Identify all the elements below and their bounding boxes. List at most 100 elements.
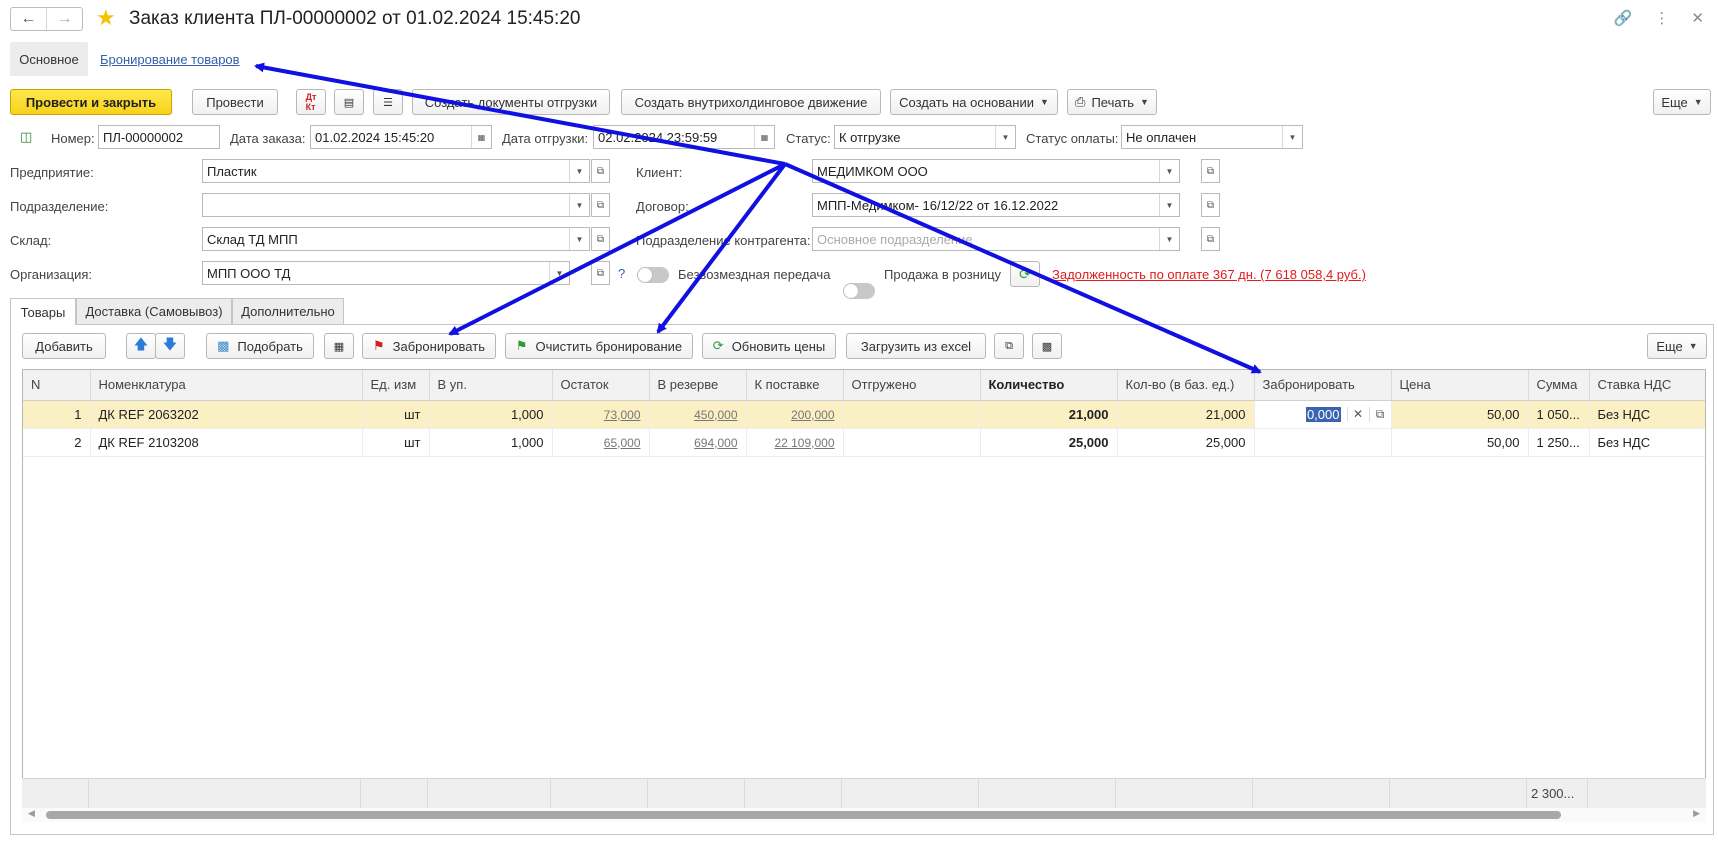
open-icon[interactable]: ⧉ <box>1201 193 1220 217</box>
dropdown-icon[interactable]: ▼ <box>1159 160 1179 182</box>
cell-book-editor[interactable]: 0,000 ✕ ⧉ <box>1254 400 1392 429</box>
dt-kt-icon[interactable]: Дт Кт <box>296 89 326 115</box>
close-icon[interactable]: ✕ <box>1691 9 1704 27</box>
menu-dots-icon[interactable]: ⋮ <box>1654 9 1669 27</box>
move-down-icon[interactable]: 🡇 <box>155 333 185 359</box>
book-input[interactable]: 0,000 <box>1305 406 1341 422</box>
clear-booking-button[interactable]: ⚑ Очистить бронирование <box>505 333 693 359</box>
cp-division-field[interactable]: Основное подразделение ▼ <box>812 227 1180 251</box>
col-book[interactable]: Забронировать <box>1254 370 1392 401</box>
pay-status-field[interactable]: Не оплачен ▼ <box>1121 125 1303 149</box>
ship-date-field[interactable]: 02.02.2024 23:59:59 ▦ <box>593 125 775 149</box>
document-list-icon[interactable]: ☰ <box>373 89 403 115</box>
number-field[interactable]: ПЛ-00000002 <box>98 125 220 149</box>
open-icon[interactable]: ⧉ <box>1368 406 1391 422</box>
scrollbar-thumb[interactable] <box>46 811 1561 819</box>
col-price[interactable]: Цена <box>1391 370 1529 401</box>
warehouse-field[interactable]: Склад ТД МПП ▼ <box>202 227 590 251</box>
to-supply-link[interactable]: 22 109,000 <box>774 436 834 450</box>
create-based-on-button[interactable]: Создать на основании ▼ <box>890 89 1058 115</box>
free-transfer-toggle[interactable] <box>637 267 669 283</box>
col-qty[interactable]: Количество <box>980 370 1118 401</box>
open-icon[interactable]: ⧉ <box>1201 227 1220 251</box>
col-pack[interactable]: В уп. <box>429 370 553 401</box>
open-icon[interactable]: ⧉ <box>591 193 610 217</box>
status-field[interactable]: К отгрузке ▼ <box>834 125 1016 149</box>
stock-link[interactable]: 65,000 <box>604 436 641 450</box>
back-arrow-icon[interactable]: ← <box>11 8 46 30</box>
contract-field[interactable]: МПП-Медимком- 16/12/22 от 16.12.2022 ▼ <box>812 193 1180 217</box>
retail-toggle[interactable] <box>843 283 875 299</box>
page-tab-main[interactable]: Основное <box>10 42 88 76</box>
dropdown-icon[interactable]: ▼ <box>549 262 569 284</box>
tab-additional[interactable]: Дополнительно <box>232 298 344 324</box>
order-date-field[interactable]: 01.02.2024 15:45:20 ▦ <box>310 125 492 149</box>
stock-link[interactable]: 73,000 <box>604 408 641 422</box>
org-field[interactable]: МПП ООО ТД ▼ <box>202 261 570 285</box>
open-icon[interactable]: ⧉ <box>591 261 610 285</box>
col-reserve[interactable]: В резерве <box>649 370 747 401</box>
clear-icon[interactable]: ✕ <box>1346 407 1369 421</box>
print-button[interactable]: ⎙ Печать ▼ <box>1067 89 1157 115</box>
scroll-right-icon[interactable]: ▶ <box>1693 808 1700 819</box>
tab-delivery[interactable]: Доставка (Самовывоз) <box>76 298 232 324</box>
col-n[interactable]: N <box>23 370 91 401</box>
post-and-close-button[interactable]: Провести и закрыть <box>10 89 172 115</box>
pick-button[interactable]: ▩ Подобрать <box>206 333 314 359</box>
move-up-icon[interactable]: 🡅 <box>126 333 156 359</box>
dropdown-icon[interactable]: ▼ <box>569 160 589 182</box>
cell-pack: 1,000 <box>429 400 553 429</box>
reserve-link[interactable]: 694,000 <box>694 436 737 450</box>
more-button[interactable]: Еще ▼ <box>1653 89 1711 115</box>
col-vat[interactable]: Ставка НДС <box>1589 370 1705 401</box>
favorite-star-icon[interactable]: ★ <box>96 6 116 30</box>
dropdown-icon[interactable]: ▼ <box>1159 228 1179 250</box>
to-supply-link[interactable]: 200,000 <box>791 408 834 422</box>
col-stock[interactable]: Остаток <box>552 370 650 401</box>
book-button[interactable]: ⚑ Забронировать <box>362 333 496 359</box>
enterprise-field[interactable]: Пластик ▼ <box>202 159 590 183</box>
calendar-icon[interactable]: ▦ <box>754 126 774 148</box>
dropdown-icon[interactable]: ▼ <box>569 194 589 216</box>
col-name[interactable]: Номенклатура <box>90 370 363 401</box>
dropdown-icon[interactable]: ▼ <box>1159 194 1179 216</box>
table-row[interactable]: 2 ДК REF 2103208 шт 1,000 65,000 694,000… <box>23 428 1705 457</box>
col-qty-base[interactable]: Кол-во (в баз. ед.) <box>1117 370 1255 401</box>
open-icon[interactable]: ⧉ <box>591 159 610 183</box>
table-row[interactable]: 1 ДК REF 2063202 шт 1,000 73,000 450,000… <box>23 400 1705 429</box>
horizontal-scrollbar[interactable]: ◀ ▶ <box>22 808 1706 822</box>
grid-more-button[interactable]: Еще ▼ <box>1647 333 1707 359</box>
forward-arrow-icon[interactable]: → <box>46 8 82 30</box>
link-icon[interactable]: 🔗 <box>1614 9 1633 27</box>
copy-icon[interactable]: ⧉ <box>994 333 1024 359</box>
client-field[interactable]: МЕДИМКОМ ООО ▼ <box>812 159 1180 183</box>
update-prices-button[interactable]: ⟳ Обновить цены <box>702 333 836 359</box>
col-to-supply[interactable]: К поставке <box>746 370 844 401</box>
add-button[interactable]: Добавить <box>22 333 106 359</box>
calendar-icon[interactable]: ▦ <box>471 126 491 148</box>
open-icon[interactable]: ⧉ <box>591 227 610 251</box>
barcode-icon[interactable]: ▦ <box>324 333 354 359</box>
create-shipping-docs-button[interactable]: Создать документы отгрузки <box>412 89 610 115</box>
help-icon[interactable]: ? <box>618 266 625 281</box>
load-excel-button[interactable]: Загрузить из excel <box>846 333 986 359</box>
paste-icon[interactable]: ▩ <box>1032 333 1062 359</box>
card-icon[interactable]: ▤ <box>334 89 364 115</box>
dropdown-icon[interactable]: ▼ <box>1282 126 1302 148</box>
page-tab-booking[interactable]: Бронирование товаров <box>100 52 240 67</box>
col-unit[interactable]: Ед. изм <box>362 370 430 401</box>
col-shipped[interactable]: Отгружено <box>843 370 981 401</box>
debt-link[interactable]: Задолженность по оплате 367 дн. (7 618 0… <box>1052 267 1366 282</box>
dropdown-icon[interactable]: ▼ <box>995 126 1015 148</box>
post-button[interactable]: Провести <box>192 89 278 115</box>
col-sum[interactable]: Сумма <box>1528 370 1590 401</box>
tab-goods[interactable]: Товары <box>10 298 76 325</box>
division-field[interactable]: ▼ <box>202 193 590 217</box>
reserve-link[interactable]: 450,000 <box>694 408 737 422</box>
scroll-left-icon[interactable]: ◀ <box>28 808 35 819</box>
pay-status-value: Не оплачен <box>1126 129 1197 145</box>
dropdown-icon[interactable]: ▼ <box>569 228 589 250</box>
refresh-icon[interactable]: ⟳ <box>1010 261 1040 287</box>
open-icon[interactable]: ⧉ <box>1201 159 1220 183</box>
create-internal-movement-button[interactable]: Создать внутрихолдинговое движение <box>621 89 881 115</box>
